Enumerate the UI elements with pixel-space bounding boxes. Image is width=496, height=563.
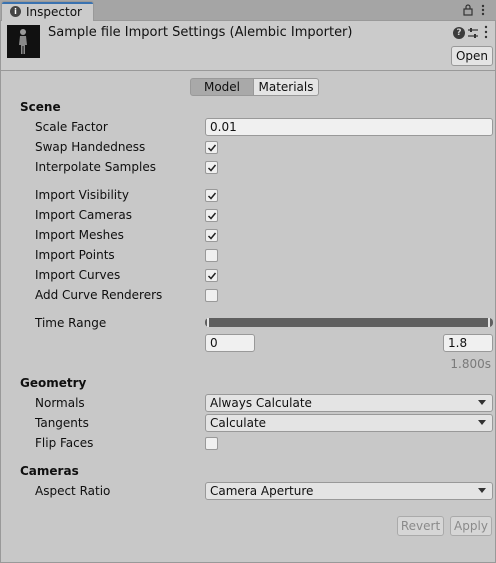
normals-value: Always Calculate [210,396,312,410]
normals-dropdown[interactable]: Always Calculate [205,394,493,412]
checkmark-icon [207,192,217,200]
menu-icon[interactable] [478,4,488,16]
apply-button[interactable]: Apply [450,516,492,536]
tangents-label: Tangents [35,416,89,430]
time-range-slider[interactable] [205,318,493,327]
add-curve-renderers-checkbox[interactable] [205,289,218,302]
tab-label: Inspector [26,5,82,19]
interpolate-samples-label: Interpolate Samples [35,160,156,174]
chevron-down-icon [478,400,486,405]
settings-icon[interactable] [467,27,479,39]
help-icon[interactable]: ? [453,27,465,39]
time-range-start-field[interactable]: 0 [205,334,255,352]
import-cameras-checkbox[interactable] [205,209,218,222]
normals-label: Normals [35,396,85,410]
scale-factor-label: Scale Factor [35,120,108,134]
info-icon: i [10,6,21,17]
swap-handedness-checkbox[interactable] [205,141,218,154]
inspector-header: Sample file Import Settings (Alembic Imp… [1,21,495,71]
checkmark-icon [207,272,217,280]
checkmark-icon [207,212,217,220]
page-title: Sample file Import Settings (Alembic Imp… [48,25,353,40]
chevron-down-icon [478,420,486,425]
checkmark-icon [207,164,217,172]
checkmark-icon [207,144,217,152]
scale-factor-field[interactable]: 0.01 [205,118,493,136]
import-curves-label: Import Curves [35,268,121,282]
aspect-ratio-value: Camera Aperture [210,484,314,498]
aspect-ratio-dropdown[interactable]: Camera Aperture [205,482,493,500]
tab-materials[interactable]: Materials [254,78,319,96]
tab-model[interactable]: Model [190,78,254,96]
import-points-label: Import Points [35,248,115,262]
import-points-checkbox[interactable] [205,249,218,262]
chevron-down-icon [478,488,486,493]
import-curves-checkbox[interactable] [205,269,218,282]
flip-faces-checkbox[interactable] [205,437,218,450]
import-visibility-label: Import Visibility [35,188,129,202]
lock-icon[interactable] [462,4,474,16]
time-range-label: Time Range [35,316,107,330]
section-cameras-heading: Cameras [20,464,79,478]
import-visibility-checkbox[interactable] [205,189,218,202]
interpolate-samples-checkbox[interactable] [205,161,218,174]
time-range-start-handle[interactable] [207,318,209,327]
aspect-ratio-label: Aspect Ratio [35,484,111,498]
open-button[interactable]: Open [451,46,493,66]
revert-button[interactable]: Revert [397,516,444,536]
swap-handedness-label: Swap Handedness [35,140,146,154]
section-scene-heading: Scene [20,100,61,114]
tangents-dropdown[interactable]: Calculate [205,414,493,432]
time-range-end-handle[interactable] [488,318,490,327]
section-geometry-heading: Geometry [20,376,87,390]
flip-faces-label: Flip Faces [35,436,94,450]
tangents-value: Calculate [210,416,267,430]
active-tab-indicator [2,2,93,4]
more-icon[interactable] [483,25,489,39]
time-range-end-field[interactable]: 1.8 [443,334,493,352]
duration-label: 1.800s [450,357,491,371]
add-curve-renderers-label: Add Curve Renderers [35,288,163,302]
checkmark-icon [207,232,217,240]
tab-inspector[interactable]: i Inspector [1,1,94,21]
import-meshes-checkbox[interactable] [205,229,218,242]
import-cameras-label: Import Cameras [35,208,132,222]
asset-preview-icon [7,25,40,58]
import-meshes-label: Import Meshes [35,228,124,242]
